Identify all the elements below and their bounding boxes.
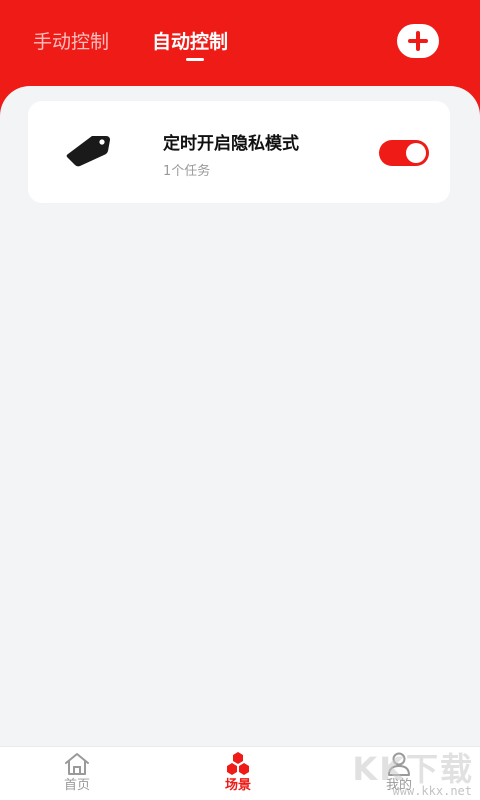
tab-manual-control[interactable]: 手动控制 [33,30,109,54]
scene-icon [227,752,249,775]
scene-task-count: 1个任务 [163,164,211,179]
watermark-url: www.kkx.net [392,784,472,798]
active-tab-indicator [186,58,204,61]
watermark: KK下载 www.kkx.net [352,744,480,800]
scene-enable-toggle[interactable] [379,140,429,166]
nav-label-scene: 场景 [224,778,251,793]
nav-item-home[interactable]: 首页 [37,751,117,800]
scene-list: 定时开启隐私模式 1个任务 [0,86,480,746]
nav-label-home: 首页 [63,778,90,793]
scene-title: 定时开启隐私模式 [163,134,299,154]
toggle-knob [406,143,426,163]
home-icon [65,753,89,775]
add-scene-button[interactable] [397,24,439,58]
tab-auto-control[interactable]: 自动控制 [152,30,228,54]
nav-item-scene[interactable]: 场景 [198,751,278,800]
scene-card[interactable]: 定时开启隐私模式 1个任务 [28,101,450,203]
tag-icon [66,136,110,167]
